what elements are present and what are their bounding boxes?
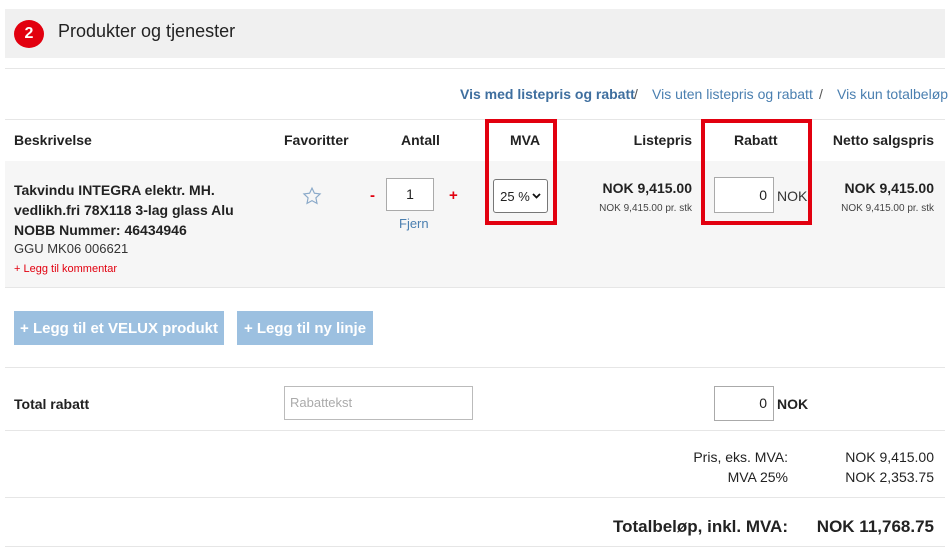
- vat-highlight-box: [485, 119, 557, 225]
- discount-highlight-box: [701, 119, 812, 225]
- divider: [5, 367, 945, 368]
- total-discount-input[interactable]: 0: [714, 386, 774, 421]
- view-total-only-link[interactable]: Vis kun totalbeløp: [837, 86, 948, 102]
- net-price: NOK 9,415.00: [844, 180, 935, 196]
- favorite-star-icon[interactable]: [302, 186, 322, 206]
- view-separator: /: [819, 86, 823, 102]
- add-comment-link[interactable]: + Legg til kommentar: [14, 263, 117, 275]
- step-badge: 2: [14, 20, 44, 48]
- total-discount-unit: NOK: [777, 396, 809, 412]
- qty-decrease-button[interactable]: -: [370, 187, 375, 204]
- list-price-unit: NOK 9,415.00 pr. stk: [599, 203, 692, 214]
- grand-total-value: NOK 11,768.75: [816, 517, 934, 536]
- header-favorites: Favoritter: [284, 132, 349, 148]
- qty-increase-button[interactable]: +: [449, 187, 458, 204]
- price-ex-vat-label: Pris, eks. MVA:: [693, 449, 788, 465]
- discount-text-input[interactable]: Rabattekst: [284, 386, 473, 420]
- net-price-unit: NOK 9,415.00 pr. stk: [841, 203, 934, 214]
- product-description: Takvindu INTEGRA elektr. MH. vedlikh.fri…: [14, 180, 254, 240]
- price-ex-vat-value: NOK 9,415.00: [845, 449, 934, 465]
- product-name-line2: vedlikh.fri 78X118 3-lag glass Alu: [14, 202, 234, 218]
- header-description: Beskrivelse: [14, 132, 92, 148]
- vat-amount-value: NOK 2,353.75: [845, 469, 934, 485]
- quantity-input[interactable]: 1: [386, 178, 434, 211]
- view-without-listprice-link[interactable]: Vis uten listepris og rabatt: [652, 86, 813, 102]
- divider: [5, 497, 945, 498]
- divider: [5, 287, 945, 288]
- add-new-line-button[interactable]: + Legg til ny linje: [237, 311, 373, 345]
- grand-total-label: Totalbeløp, inkl. MVA:: [612, 517, 788, 536]
- product-code: GGU MK06 006621: [14, 241, 129, 256]
- divider: [5, 430, 945, 431]
- total-discount-label: Total rabatt: [14, 396, 90, 412]
- vat-amount-label: MVA 25%: [727, 469, 788, 485]
- product-name-line1: Takvindu INTEGRA elektr. MH.: [14, 182, 215, 198]
- divider: [5, 546, 945, 547]
- header-quantity: Antall: [401, 132, 440, 148]
- remove-link[interactable]: Fjern: [399, 216, 429, 231]
- list-price: NOK 9,415.00: [602, 180, 693, 196]
- divider: [5, 68, 945, 69]
- add-velux-product-button[interactable]: + Legg til et VELUX produkt: [14, 311, 224, 345]
- view-separator: /: [634, 86, 638, 102]
- section-title: Produkter og tjenester: [58, 21, 236, 41]
- header-list-price: Listepris: [633, 132, 692, 148]
- view-with-listprice-link[interactable]: Vis med listepris og rabatt: [460, 86, 635, 102]
- header-net-price: Netto salgspris: [832, 132, 934, 148]
- product-nobb: NOBB Nummer: 46434946: [14, 222, 187, 238]
